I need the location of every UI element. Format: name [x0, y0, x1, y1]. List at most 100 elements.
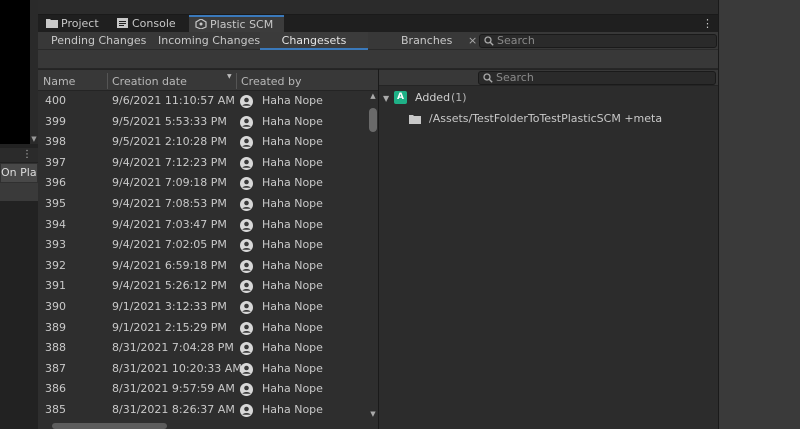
table-row[interactable]: 393 9/4/2021 7:02:05 PM Haha Nope: [38, 235, 368, 256]
changesets-table: Name Creation date ▼ Created by 400 9/6/2…: [38, 69, 378, 429]
plastic-toolbar: Pending Changes Incoming Changes Changes…: [38, 32, 718, 50]
tab-plastic-scm[interactable]: Plastic SCM: [189, 15, 284, 32]
created-by: Haha Nope: [262, 279, 323, 293]
creation-date: 9/5/2021 5:53:33 PM: [112, 114, 227, 128]
creation-date: 9/4/2021 7:03:47 PM: [112, 217, 227, 231]
scroll-down-icon[interactable]: ▼: [30, 135, 38, 143]
console-icon: [117, 18, 128, 28]
group-label: Added: [415, 91, 451, 104]
created-by: Haha Nope: [262, 403, 323, 416]
column-header-creation-date[interactable]: Creation date: [112, 70, 187, 91]
table-row[interactable]: 386 8/31/2021 9:57:59 AM Haha Nope: [38, 379, 368, 400]
changeset-name: 390: [45, 300, 66, 313]
inspector-strip: [0, 183, 38, 201]
user-avatar-icon: [240, 156, 253, 170]
table-row[interactable]: 392 9/4/2021 6:59:18 PM Haha Nope: [38, 256, 368, 277]
created-by: Haha Nope: [262, 197, 323, 210]
creation-date: 9/6/2021 11:10:57 AM: [112, 94, 235, 107]
tab-branches[interactable]: Branches: [401, 32, 452, 50]
table-row[interactable]: 395 9/4/2021 7:08:53 PM Haha Nope: [38, 194, 368, 215]
changeset-name: 400: [45, 94, 66, 107]
created-by: Haha Nope: [262, 300, 323, 313]
search-placeholder: Search: [496, 71, 534, 84]
user-avatar-icon: [240, 280, 253, 294]
tab-changesets[interactable]: Changesets: [260, 32, 368, 50]
created-by: Haha Nope: [262, 155, 323, 169]
table-row[interactable]: 387 8/31/2021 10:20:33 AM Haha Nope: [38, 359, 368, 380]
tab-project[interactable]: Project: [40, 15, 110, 32]
close-icon[interactable]: ×: [468, 32, 477, 50]
table-row[interactable]: 391 9/4/2021 5:26:12 PM Haha Nope: [38, 276, 368, 297]
table-row[interactable]: 397 9/4/2021 7:12:23 PM Haha Nope: [38, 153, 368, 174]
on-play-button[interactable]: On Play: [0, 163, 38, 183]
kebab-menu-icon[interactable]: ⋮: [22, 149, 32, 161]
added-badge-icon: A: [394, 91, 407, 104]
tab-console-label: Console: [132, 17, 176, 30]
scrollbar-thumb[interactable]: [369, 108, 377, 132]
tab-console[interactable]: Console: [111, 15, 191, 32]
tab-plastic-scm-label: Plastic SCM: [210, 18, 274, 31]
added-group-row[interactable]: ▼ A Added (1): [379, 88, 718, 108]
user-avatar-icon: [240, 301, 253, 314]
table-row[interactable]: 394 9/4/2021 7:03:47 PM Haha Nope: [38, 215, 368, 236]
empty-panel: [718, 0, 800, 429]
scene-view[interactable]: [0, 0, 30, 144]
scroll-up-icon[interactable]: ▲: [368, 92, 378, 100]
changeset-name: 399: [45, 114, 66, 128]
user-avatar-icon: [240, 321, 253, 335]
scroll-down-icon[interactable]: ▼: [368, 410, 378, 418]
created-by: Haha Nope: [262, 320, 323, 334]
changeset-name: 392: [45, 258, 66, 272]
file-item[interactable]: /Assets/TestFolderToTestPlasticSCM +meta: [379, 109, 718, 129]
scene-scrollbar[interactable]: ▼: [30, 0, 38, 144]
expand-triangle-icon[interactable]: ▼: [383, 94, 389, 103]
creation-date: 9/5/2021 2:10:28 PM: [112, 135, 227, 149]
column-separator[interactable]: [107, 73, 108, 89]
table-row[interactable]: 398 9/5/2021 2:10:28 PM Haha Nope: [38, 132, 368, 153]
toolbar-secondary: [38, 50, 718, 69]
table-row[interactable]: 385 8/31/2021 8:26:37 AM Haha Nope: [38, 400, 368, 421]
changeset-name: 396: [45, 176, 66, 190]
created-by: Haha Nope: [262, 341, 323, 355]
tab-project-label: Project: [61, 17, 99, 30]
created-by: Haha Nope: [262, 217, 323, 231]
horizontal-scrollbar-thumb[interactable]: [52, 423, 167, 429]
user-avatar-icon: [240, 136, 253, 150]
changeset-name: 388: [45, 341, 66, 355]
changeset-name: 398: [45, 135, 66, 149]
created-by: Haha Nope: [262, 135, 323, 149]
creation-date: 9/4/2021 7:08:53 PM: [112, 197, 227, 210]
tab-incoming-changes[interactable]: Incoming Changes: [158, 32, 260, 50]
table-row[interactable]: 389 9/1/2021 2:15:29 PM Haha Nope: [38, 318, 368, 339]
creation-date: 9/1/2021 3:12:33 PM: [112, 300, 227, 313]
changeset-name: 389: [45, 320, 66, 334]
changesets-search-input[interactable]: Search: [479, 34, 717, 48]
sort-descending-icon: ▼: [227, 73, 232, 80]
created-by: Haha Nope: [262, 238, 323, 252]
created-by: Haha Nope: [262, 258, 323, 272]
creation-date: 9/4/2021 7:12:23 PM: [112, 155, 227, 169]
column-header-created-by[interactable]: Created by: [241, 70, 302, 91]
table-row[interactable]: 396 9/4/2021 7:09:18 PM Haha Nope: [38, 173, 368, 194]
table-vertical-scrollbar[interactable]: [368, 91, 378, 429]
changeset-name: 397: [45, 155, 66, 169]
user-avatar-icon: [240, 95, 253, 108]
window-tab-bar: Project Console Plastic SCM ⋮: [38, 15, 718, 32]
group-count: (1): [451, 91, 467, 104]
file-path: /Assets/TestFolderToTestPlasticSCM +meta: [429, 112, 663, 125]
tab-pending-changes[interactable]: Pending Changes: [51, 32, 146, 50]
column-separator[interactable]: [236, 73, 237, 89]
user-avatar-icon: [240, 218, 253, 232]
table-row[interactable]: 390 9/1/2021 3:12:33 PM Haha Nope: [38, 297, 368, 318]
column-header-name[interactable]: Name: [43, 70, 75, 91]
creation-date: 8/31/2021 7:04:28 PM: [112, 341, 234, 355]
table-row[interactable]: 399 9/5/2021 5:53:33 PM Haha Nope: [38, 112, 368, 133]
created-by: Haha Nope: [262, 94, 323, 107]
created-by: Haha Nope: [262, 382, 323, 396]
table-row[interactable]: 388 8/31/2021 7:04:28 PM Haha Nope: [38, 338, 368, 359]
creation-date: 8/31/2021 9:57:59 AM: [112, 382, 235, 396]
window-menu-icon[interactable]: ⋮: [702, 15, 713, 32]
details-toolbar: Search: [379, 69, 718, 86]
details-search-input[interactable]: Search: [478, 71, 716, 85]
table-row[interactable]: 400 9/6/2021 11:10:57 AM Haha Nope: [38, 91, 368, 112]
